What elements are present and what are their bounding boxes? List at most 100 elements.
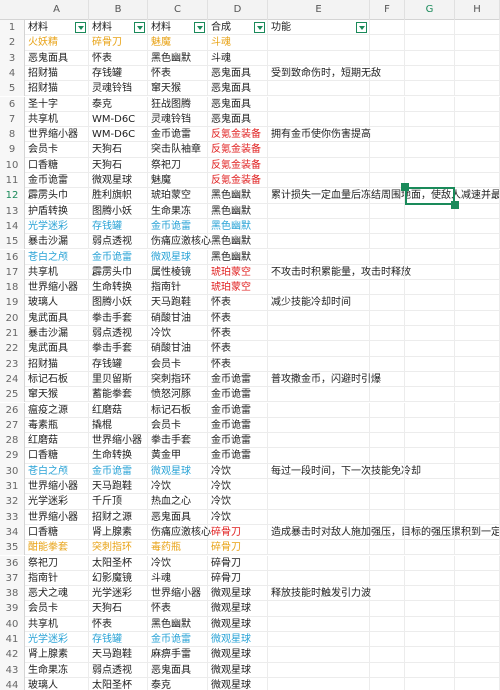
cell-b[interactable]: 碎骨刀 xyxy=(89,35,148,51)
empty-cell[interactable] xyxy=(370,524,405,541)
empty-cell[interactable] xyxy=(370,264,405,281)
empty-cell[interactable] xyxy=(405,586,455,602)
cell-a[interactable]: 共享机 xyxy=(25,111,89,128)
empty-cell[interactable] xyxy=(455,264,500,281)
row-header[interactable]: 16 xyxy=(0,249,25,265)
cell-c[interactable]: 属性棱镜 xyxy=(148,264,208,281)
empty-cell[interactable] xyxy=(455,524,500,541)
empty-cell[interactable] xyxy=(405,509,455,525)
cell-a[interactable]: 口香糖 xyxy=(25,524,89,541)
empty-cell[interactable] xyxy=(405,35,455,51)
empty-cell[interactable] xyxy=(370,50,405,66)
empty-cell[interactable] xyxy=(405,295,455,311)
cell-d[interactable]: 反氪金装备 xyxy=(208,142,268,158)
cell-b[interactable]: 天马跑鞋 xyxy=(89,647,148,663)
cell-b[interactable]: 拳击手套 xyxy=(89,310,148,326)
cell-d[interactable]: 怀表 xyxy=(208,356,268,372)
cell-c[interactable]: 硝酸甘油 xyxy=(148,310,208,326)
cell-b[interactable]: 怀表 xyxy=(89,616,148,632)
cell-c[interactable]: 魅魔 xyxy=(148,173,208,189)
cell-e[interactable] xyxy=(268,601,370,617)
cell-a[interactable]: 霹雳头巾 xyxy=(25,188,89,204)
cell-c[interactable]: 魅魔 xyxy=(148,35,208,51)
cell-c[interactable]: 硝酸甘油 xyxy=(148,341,208,357)
cell-a[interactable]: 火妖精 xyxy=(25,35,89,51)
row-header[interactable]: 5 xyxy=(0,81,25,97)
cell-a[interactable]: 招财猫 xyxy=(25,81,89,97)
empty-cell[interactable] xyxy=(405,173,455,189)
column-header-b[interactable]: B xyxy=(89,0,148,20)
cell-b[interactable]: 微观星球 xyxy=(89,173,148,189)
row-header[interactable]: 33 xyxy=(0,509,25,525)
row-header[interactable]: 6 xyxy=(0,96,25,112)
empty-cell[interactable] xyxy=(455,96,500,112)
cell-e[interactable] xyxy=(268,249,370,265)
empty-cell[interactable] xyxy=(405,111,455,128)
header-cell[interactable]: 功能 xyxy=(268,20,370,36)
empty-cell[interactable] xyxy=(455,127,500,143)
cell-e[interactable] xyxy=(268,341,370,357)
cell-a[interactable]: 祭祀刀 xyxy=(25,555,89,571)
row-header[interactable]: 17 xyxy=(0,264,25,281)
row-header[interactable]: 13 xyxy=(0,203,25,219)
cell-b[interactable]: 千斤顶 xyxy=(89,494,148,510)
cell-e[interactable]: 减少技能冷却时间 xyxy=(268,295,370,311)
cell-d[interactable]: 怀表 xyxy=(208,341,268,357)
empty-cell[interactable] xyxy=(370,555,405,571)
empty-cell[interactable] xyxy=(405,433,455,449)
cell-c[interactable]: 狂战图腾 xyxy=(148,96,208,112)
cell-d[interactable]: 冷饮 xyxy=(208,494,268,510)
row-header[interactable]: 2 xyxy=(0,35,25,51)
cell-a[interactable]: 招财猫 xyxy=(25,65,89,82)
empty-cell[interactable] xyxy=(455,616,500,632)
cell-b[interactable]: 金币诡雷 xyxy=(89,463,148,479)
cell-d[interactable]: 微观星球 xyxy=(208,647,268,663)
cell-c[interactable]: 指南针 xyxy=(148,280,208,296)
empty-cell[interactable] xyxy=(405,479,455,495)
empty-cell[interactable] xyxy=(405,341,455,357)
empty-cell[interactable] xyxy=(370,96,405,112)
cell-e[interactable] xyxy=(268,509,370,525)
empty-cell[interactable] xyxy=(455,509,500,525)
cell-d[interactable]: 金币诡雷 xyxy=(208,433,268,449)
empty-cell[interactable] xyxy=(455,570,500,587)
cell-d[interactable]: 黑色幽默 xyxy=(208,188,268,204)
cell-b[interactable]: 蓄能拳套 xyxy=(89,387,148,403)
row-header[interactable]: 11 xyxy=(0,173,25,189)
row-header[interactable]: 22 xyxy=(0,341,25,357)
empty-cell[interactable] xyxy=(370,234,405,250)
cell-e[interactable] xyxy=(268,142,370,158)
cell-e[interactable] xyxy=(268,203,370,219)
cell-b[interactable]: 世界缩小器 xyxy=(89,433,148,449)
cell-a[interactable]: 玻璃人 xyxy=(25,677,89,690)
cell-b[interactable]: WM-D6C xyxy=(89,111,148,128)
cell-e[interactable] xyxy=(268,356,370,372)
cell-c[interactable]: 斗魂 xyxy=(148,570,208,587)
empty-cell[interactable] xyxy=(405,142,455,158)
cell-c[interactable]: 恶鬼面具 xyxy=(148,662,208,678)
cell-b[interactable]: 招财之源 xyxy=(89,509,148,525)
cell-c[interactable]: 怀表 xyxy=(148,601,208,617)
cell-d[interactable]: 碎骨刀 xyxy=(208,540,268,556)
cell-a[interactable]: 共享机 xyxy=(25,264,89,281)
cell-d[interactable]: 斗魂 xyxy=(208,35,268,51)
empty-cell[interactable] xyxy=(370,540,405,556)
cell-d[interactable]: 琥珀蒙空 xyxy=(208,280,268,296)
cell-c[interactable]: 祭祀刀 xyxy=(148,157,208,173)
empty-cell[interactable] xyxy=(455,448,500,464)
empty-cell[interactable] xyxy=(370,402,405,418)
empty-cell[interactable] xyxy=(405,249,455,265)
empty-cell[interactable] xyxy=(455,142,500,158)
empty-cell[interactable] xyxy=(405,96,455,112)
empty-cell[interactable] xyxy=(405,524,455,541)
column-header-h[interactable]: H xyxy=(455,0,500,20)
row-header[interactable]: 26 xyxy=(0,402,25,418)
cell-b[interactable]: 天马跑鞋 xyxy=(89,479,148,495)
empty-cell[interactable] xyxy=(455,433,500,449)
cell-c[interactable]: 愤怒河豚 xyxy=(148,387,208,403)
cell-d[interactable]: 怀表 xyxy=(208,326,268,342)
cell-a[interactable]: 光学迷彩 xyxy=(25,218,89,235)
empty-cell[interactable] xyxy=(455,234,500,250)
cell-d[interactable]: 怀表 xyxy=(208,295,268,311)
cell-b[interactable]: 弱点透视 xyxy=(89,662,148,678)
